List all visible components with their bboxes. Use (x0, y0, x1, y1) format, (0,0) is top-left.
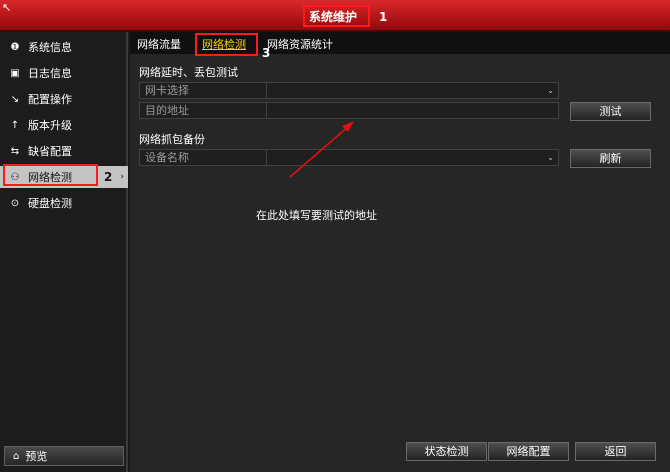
network-config-button[interactable]: 网络配置 (488, 442, 569, 461)
sidebar-item-label: 缺省配置 (28, 145, 72, 158)
sidebar-item-label: 日志信息 (28, 67, 72, 80)
nic-select-label: 网卡选择 (140, 83, 267, 98)
chevron-down-icon: ⌄ (547, 153, 554, 162)
dest-address-input[interactable] (267, 103, 558, 118)
log-icon: ▣ (10, 67, 20, 79)
info-icon: ❶ (10, 41, 20, 53)
device-name-label: 设备名称 (140, 150, 267, 165)
annotation-number-1: 1 (379, 10, 388, 24)
sidebar-item-label: 系统信息 (28, 41, 72, 54)
test-button[interactable]: 测试 (570, 102, 651, 121)
sidebar-item-log-info[interactable]: ▣ 日志信息 (0, 62, 128, 84)
main-panel: 网络流量 网络检测 网络资源统计 网络延时、丢包测试 网卡选择 ⌄ 目的地址 测… (130, 32, 670, 472)
sidebar-item-default-config[interactable]: ⇆ 缺省配置 (0, 140, 128, 162)
delay-test-title: 网络延时、丢包测试 (139, 66, 238, 79)
sidebar-item-disk-test[interactable]: ⊙ 硬盘检测 (0, 192, 128, 214)
chevron-right-icon: › (120, 172, 124, 182)
sidebar-item-upgrade[interactable]: ↑ 版本升级 (0, 114, 128, 136)
disk-icon: ⊙ (10, 197, 20, 209)
chevron-down-icon: ⌄ (547, 86, 554, 95)
sidebar-item-config[interactable]: ↘ 配置操作 (0, 88, 128, 110)
annotation-arrow (289, 121, 354, 178)
nic-select-row: 网卡选择 ⌄ (139, 82, 559, 99)
upgrade-icon: ↑ (10, 119, 20, 131)
sidebar-item-label: 版本升级 (28, 119, 72, 132)
sidebar-item-system-info[interactable]: ❶ 系统信息 (0, 36, 128, 58)
capture-backup-title: 网络抓包备份 (139, 133, 205, 146)
config-icon: ↘ (10, 93, 20, 105)
sidebar-item-label: 配置操作 (28, 93, 72, 106)
preview-button-label: 预览 (25, 450, 48, 463)
tab-network-resources[interactable]: 网络资源统计 (267, 36, 333, 52)
preview-button[interactable]: ⌂ 预览 (4, 446, 124, 466)
sidebar: ❶ 系统信息 ▣ 日志信息 ↘ 配置操作 ↑ 版本升级 ⇆ 缺省配置 ⚇ 网络检… (0, 32, 128, 472)
refresh-button[interactable]: 刷新 (570, 149, 651, 168)
back-button[interactable]: 返回 (575, 442, 656, 461)
status-check-button[interactable]: 状态检测 (406, 442, 487, 461)
sidebar-item-label: 硬盘检测 (28, 197, 72, 210)
tab-network-traffic[interactable]: 网络流量 (137, 36, 181, 52)
annotation-box-title (303, 5, 370, 27)
annotation-number-3: 3 (262, 46, 271, 60)
mouse-cursor-icon: ↖ (2, 1, 12, 14)
nic-select[interactable]: ⌄ (267, 83, 558, 98)
default-config-icon: ⇆ (10, 145, 20, 157)
annotation-box-sidebar (3, 164, 98, 186)
annotation-number-2: 2 (104, 170, 113, 184)
annotation-hint: 在此处填写要测试的地址 (256, 209, 377, 222)
dest-address-label: 目的地址 (140, 103, 267, 118)
home-icon: ⌂ (13, 450, 20, 462)
annotation-box-tab (195, 33, 258, 56)
